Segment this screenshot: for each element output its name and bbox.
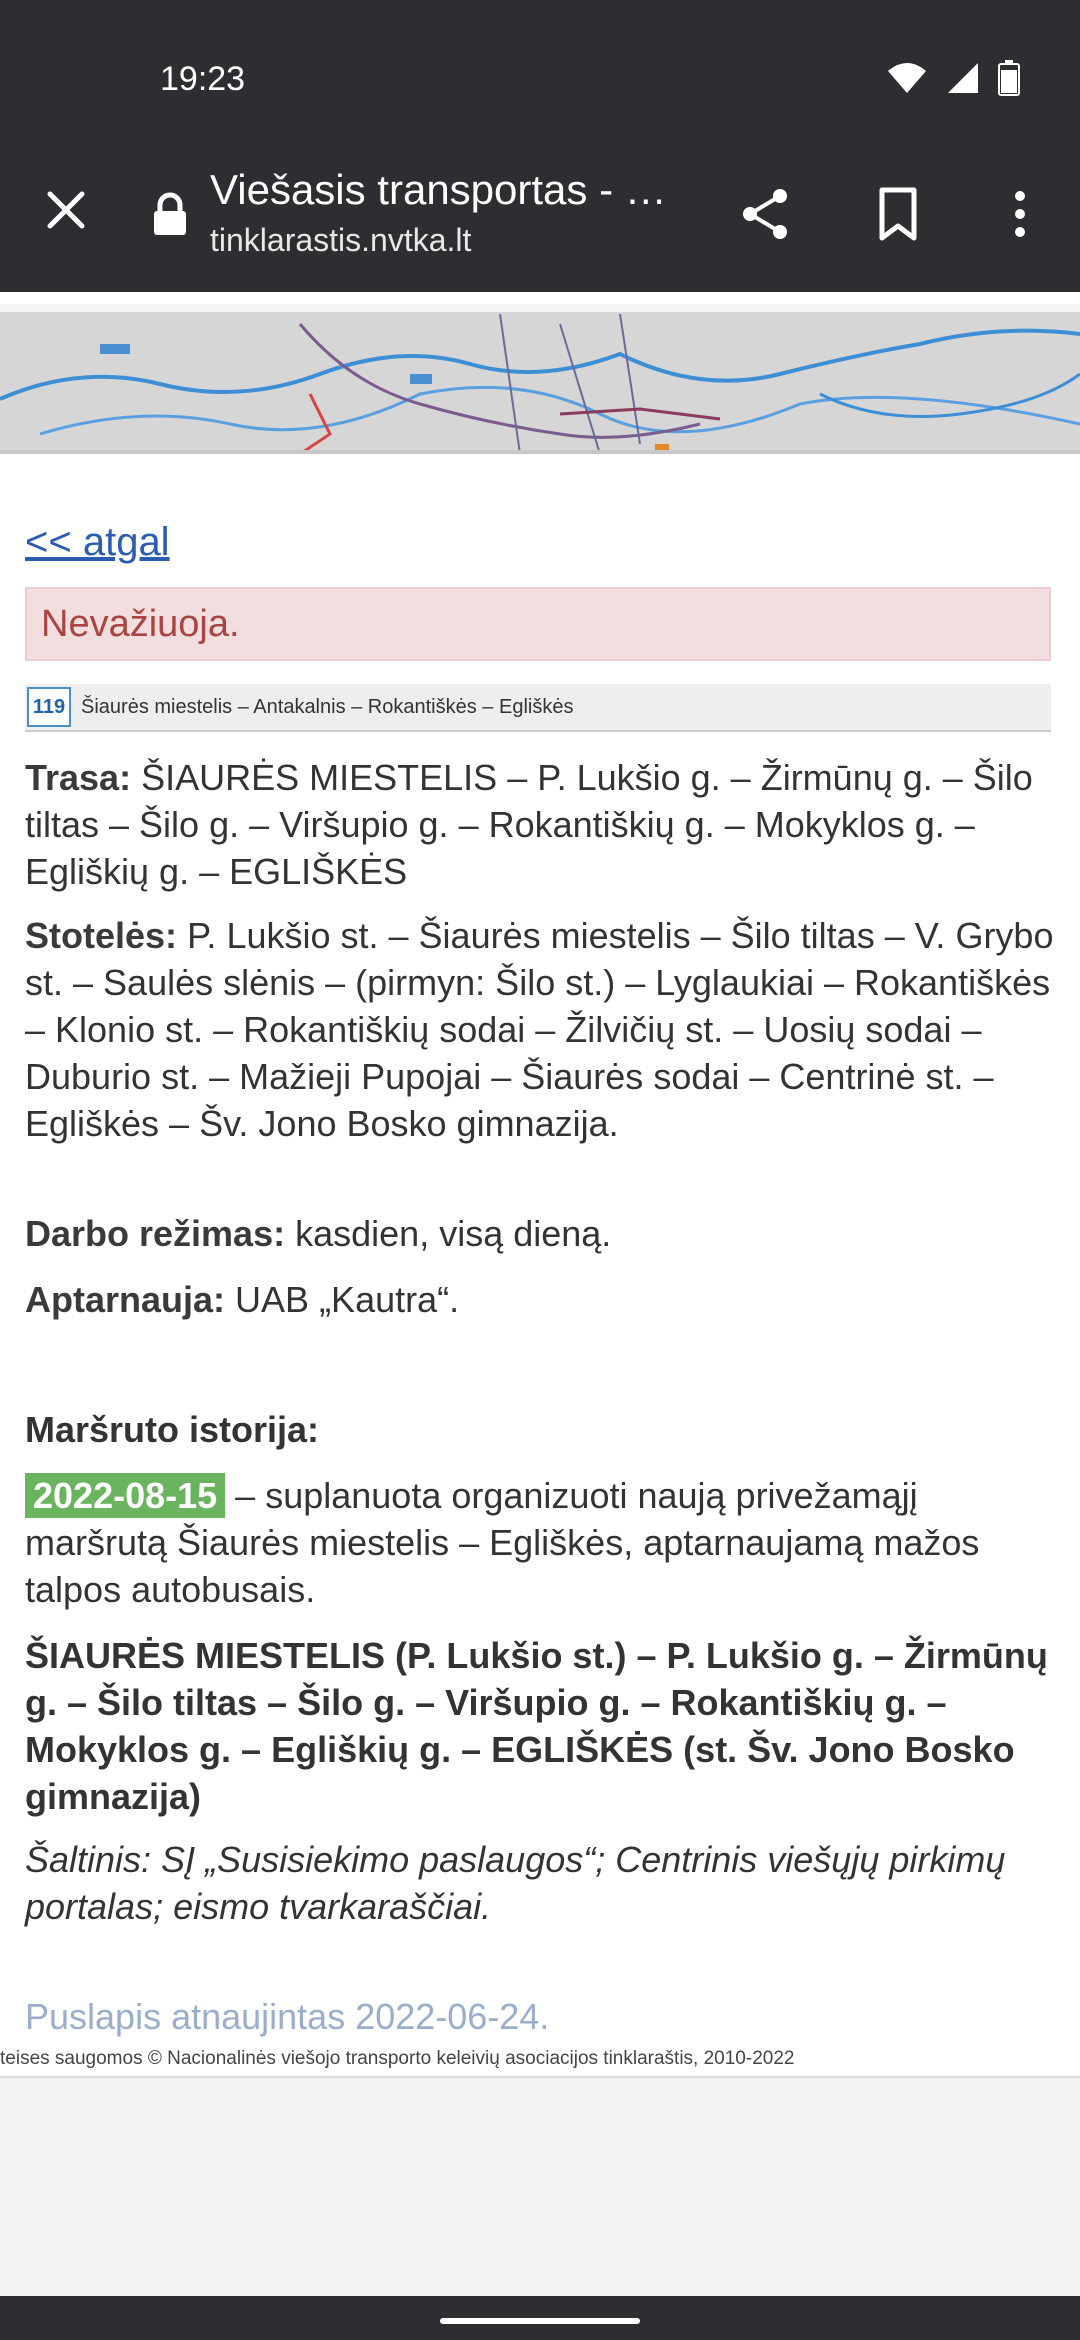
browser-toolbar: Viešasis transportas - … tinklarastis.nv… (0, 160, 1080, 292)
history-title: Maršruto istorija: (25, 1409, 320, 1450)
close-tab-button[interactable] (36, 180, 96, 240)
aptarnauja-text: UAB „Kautra“. (235, 1279, 460, 1320)
updated-date: Puslapis atnaujintas 2022-06-24. (25, 1996, 550, 2037)
darbo-text: kasdien, visą dieną. (295, 1213, 612, 1254)
history-entry: 2022-08-15 – suplanuota organizuoti nauj… (25, 1472, 1055, 1613)
trasa-text: ŠIAURĖS MIESTELIS – P. Lukšio g. – Žirmū… (25, 757, 1033, 892)
route-operator: Aptarnauja: UAB „Kautra“. (25, 1276, 1055, 1323)
status-icons (886, 60, 1020, 96)
page-url[interactable]: tinklarastis.nvtka.lt (210, 222, 471, 259)
wifi-icon (888, 63, 926, 93)
status-bar: 19:23 (0, 0, 1080, 160)
web-page: << atgal Nevažiuoja. 119 Šiaurės miestel… (0, 292, 1080, 2078)
stoteles-label: Stotelės: (25, 915, 178, 956)
footer: teises saugomos © Nacionalinės viešojo t… (0, 2040, 1080, 2078)
map-banner-image (0, 304, 1080, 454)
status-time: 19:23 (160, 60, 246, 98)
route-header: 119 Šiaurės miestelis – Antakalnis – Rok… (25, 684, 1051, 732)
route-schedule: Darbo režimas: kasdien, visą dieną. (25, 1210, 1055, 1257)
share-icon[interactable] (736, 184, 796, 244)
signal-icon (948, 63, 978, 93)
bookmark-icon[interactable] (868, 184, 928, 244)
page-title[interactable]: Viešasis transportas - … (210, 166, 690, 214)
aptarnauja-label: Aptarnauja: (25, 1279, 226, 1320)
stoteles-text: P. Lukšio st. – Šiaurės miestelis – Šilo… (25, 915, 1054, 1144)
source-note: Šaltinis: SĮ „Susisiekimo paslaugos“; Ce… (25, 1839, 1006, 1927)
trasa-label: Trasa: (25, 757, 132, 798)
route-number-badge: 119 (27, 687, 71, 727)
route-name: Šiaurės miestelis – Antakalnis – Rokanti… (81, 695, 574, 718)
darbo-label: Darbo režimas: (25, 1213, 286, 1254)
battery-icon (998, 60, 1020, 96)
close-icon (47, 191, 85, 229)
lock-icon (154, 192, 186, 235)
route-trasa: Trasa: ŠIAURĖS MIESTELIS – P. Lukšio g. … (25, 754, 1055, 895)
history-date-badge: 2022-08-15 (25, 1473, 226, 1518)
history-route: ŠIAURĖS MIESTELIS (P. Lukšio st.) – P. L… (25, 1635, 1048, 1817)
route-stops: Stotelės: P. Lukšio st. – Šiaurės mieste… (25, 912, 1055, 1147)
home-indicator[interactable] (440, 2318, 640, 2324)
back-link[interactable]: << atgal (25, 520, 170, 565)
more-vert-icon[interactable] (1000, 184, 1040, 244)
status-alert: Nevažiuoja. (25, 587, 1051, 661)
footer-copyright: teises saugomos © Nacionalinės viešojo t… (0, 2048, 795, 2069)
